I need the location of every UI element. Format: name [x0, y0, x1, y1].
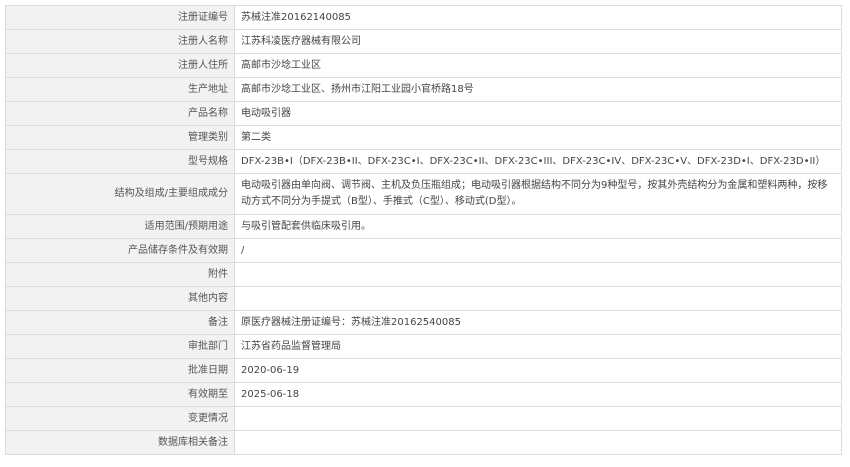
field-label: 产品储存条件及有效期	[5, 238, 235, 263]
field-label: 结构及组成/主要组成成分	[5, 173, 235, 215]
table-row: 审批部门 江苏省药品监督管理局	[5, 334, 842, 359]
table-row: 管理类别 第二类	[5, 125, 842, 150]
table-row: 变更情况	[5, 406, 842, 431]
field-label: 数据库相关备注	[5, 430, 235, 455]
field-label: 有效期至	[5, 382, 235, 407]
field-value: 与吸引管配套供临床吸引用。	[234, 214, 842, 239]
table-row: 型号规格 DFX-23B•I（DFX-23B•II、DFX-23C•I、DFX-…	[5, 149, 842, 174]
field-label: 审批部门	[5, 334, 235, 359]
table-row: 数据库相关备注	[5, 430, 842, 455]
table-row: 注册证编号 苏械注准20162140085	[5, 5, 842, 30]
field-label: 其他内容	[5, 286, 235, 311]
field-value: 电动吸引器由单向阀、调节阀、主机及负压瓶组成；电动吸引器根据结构不同分为9种型号…	[234, 173, 842, 215]
field-value	[234, 430, 842, 455]
field-value: 苏械注准20162140085	[234, 5, 842, 30]
field-value	[234, 286, 842, 311]
field-label: 适用范围/预期用途	[5, 214, 235, 239]
field-label: 产品名称	[5, 101, 235, 126]
field-label: 变更情况	[5, 406, 235, 431]
field-value: 第二类	[234, 125, 842, 150]
field-value: 江苏省药品监督管理局	[234, 334, 842, 359]
table-row: 批准日期 2020-06-19	[5, 358, 842, 383]
field-value: DFX-23B•I（DFX-23B•II、DFX-23C•I、DFX-23C•I…	[234, 149, 842, 174]
field-label: 注册人名称	[5, 29, 235, 54]
table-row: 有效期至 2025-06-18	[5, 382, 842, 407]
table-row: 生产地址 高邮市沙埝工业区、扬州市江阳工业园小官桥路18号	[5, 77, 842, 102]
table-row: 结构及组成/主要组成成分 电动吸引器由单向阀、调节阀、主机及负压瓶组成；电动吸引…	[5, 173, 842, 215]
field-value: 高邮市沙埝工业区	[234, 53, 842, 78]
field-value	[234, 406, 842, 431]
field-label: 生产地址	[5, 77, 235, 102]
field-value	[234, 262, 842, 287]
table-row: 适用范围/预期用途 与吸引管配套供临床吸引用。	[5, 214, 842, 239]
table-row: 产品名称 电动吸引器	[5, 101, 842, 126]
registration-details-table: 注册证编号 苏械注准20162140085 注册人名称 江苏科凌医疗器械有限公司…	[5, 5, 842, 455]
table-row: 附件	[5, 262, 842, 287]
field-value: /	[234, 238, 842, 263]
table-row: 注册人名称 江苏科凌医疗器械有限公司	[5, 29, 842, 54]
field-label: 型号规格	[5, 149, 235, 174]
table-row: 注册人住所 高邮市沙埝工业区	[5, 53, 842, 78]
field-value: 原医疗器械注册证编号：苏械注准20162540085	[234, 310, 842, 335]
table-row: 其他内容	[5, 286, 842, 311]
field-label: 管理类别	[5, 125, 235, 150]
field-value: 电动吸引器	[234, 101, 842, 126]
table-row: 备注 原医疗器械注册证编号：苏械注准20162540085	[5, 310, 842, 335]
field-value: 2025-06-18	[234, 382, 842, 407]
field-value: 2020-06-19	[234, 358, 842, 383]
field-value: 高邮市沙埝工业区、扬州市江阳工业园小官桥路18号	[234, 77, 842, 102]
field-label: 注册人住所	[5, 53, 235, 78]
field-label: 备注	[5, 310, 235, 335]
field-label: 批准日期	[5, 358, 235, 383]
field-label: 附件	[5, 262, 235, 287]
table-row: 产品储存条件及有效期 /	[5, 238, 842, 263]
field-value: 江苏科凌医疗器械有限公司	[234, 29, 842, 54]
field-label: 注册证编号	[5, 5, 235, 30]
